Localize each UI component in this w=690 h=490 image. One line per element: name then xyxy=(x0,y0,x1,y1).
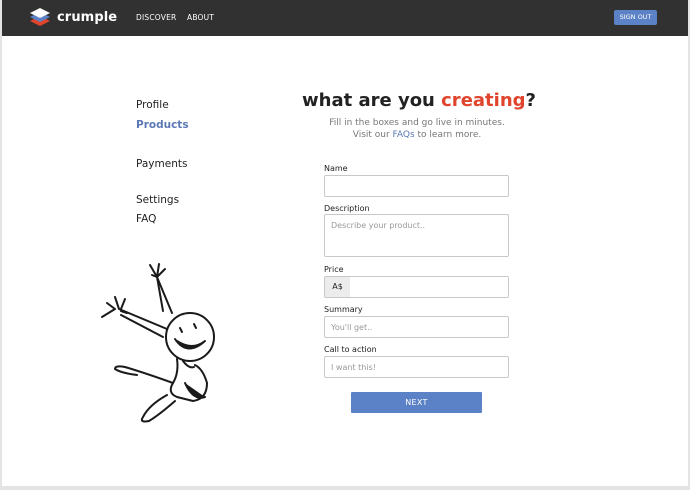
title-accent: creating xyxy=(441,90,526,111)
nav-discover-link[interactable]: DISCOVER xyxy=(136,13,176,22)
price-label: Price xyxy=(324,265,344,274)
subtitle-line-1: Fill in the boxes and go live in minutes… xyxy=(329,118,505,128)
sidebar-item-faq[interactable]: FAQ xyxy=(136,213,156,225)
sidebar-item-profile[interactable]: Profile xyxy=(136,99,169,111)
call-to-action-field[interactable] xyxy=(324,356,509,378)
page-frame: crumple DISCOVER ABOUT SIGN OUT Profile … xyxy=(2,0,688,486)
subtitle-suffix: to learn more. xyxy=(414,130,482,140)
description-label: Description xyxy=(324,204,370,213)
brand-name[interactable]: crumple xyxy=(57,10,117,25)
price-input-group: A$ xyxy=(324,276,509,298)
summary-label: Summary xyxy=(324,305,363,314)
sidebar-item-settings[interactable]: Settings xyxy=(136,194,179,206)
sidebar-item-payments[interactable]: Payments xyxy=(136,158,187,170)
nav-about-link[interactable]: ABOUT xyxy=(187,13,214,22)
name-field[interactable] xyxy=(324,175,509,197)
currency-prefix: A$ xyxy=(325,277,350,297)
jumping-stick-figure-icon xyxy=(101,263,215,423)
call-to-action-label: Call to action xyxy=(324,345,377,354)
price-field[interactable] xyxy=(351,277,508,297)
stacked-layers-icon[interactable] xyxy=(28,6,52,30)
title-suffix: ? xyxy=(525,90,536,111)
title-prefix: what are you xyxy=(302,90,442,111)
subtitle-line-2: Visit our FAQs to learn more. xyxy=(302,130,532,140)
summary-field[interactable] xyxy=(324,316,509,338)
faqs-link[interactable]: FAQs xyxy=(393,130,415,140)
next-button[interactable]: NEXT xyxy=(351,392,482,413)
name-label: Name xyxy=(324,164,348,173)
top-navigation-bar: crumple DISCOVER ABOUT SIGN OUT xyxy=(2,0,688,36)
page-title: what are you creating? xyxy=(302,90,536,111)
sign-out-button[interactable]: SIGN OUT xyxy=(614,10,657,25)
subtitle-prefix: Visit our xyxy=(352,130,393,140)
sidebar-item-products[interactable]: Products xyxy=(136,119,189,131)
description-field[interactable] xyxy=(324,214,509,257)
